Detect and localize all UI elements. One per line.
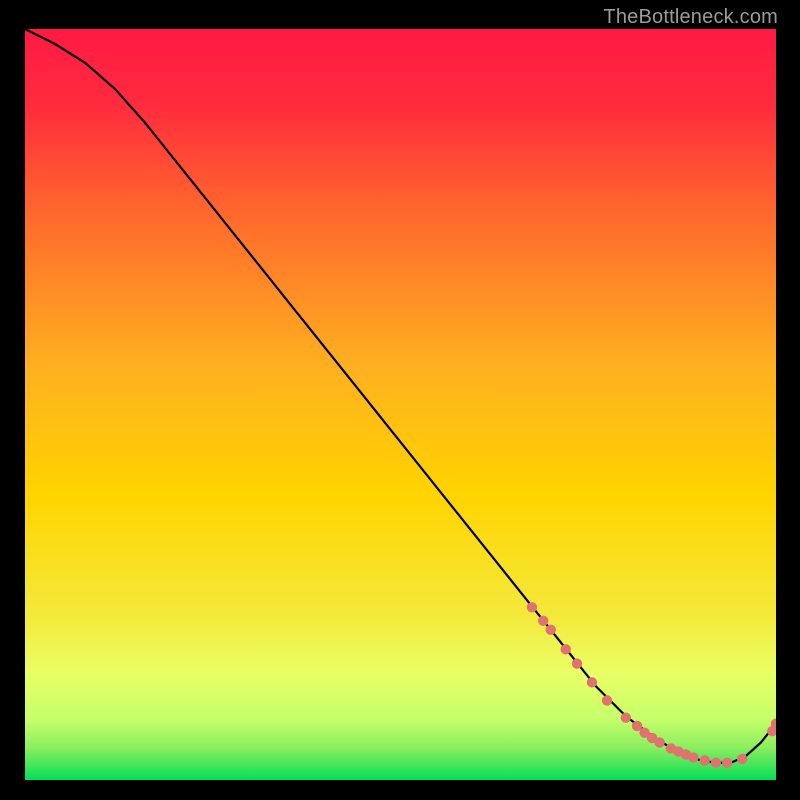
bottleneck-chart [25, 29, 776, 780]
curve-marker [654, 737, 664, 747]
attribution-text: TheBottleneck.com [603, 6, 778, 29]
curve-marker [546, 625, 556, 635]
curve-marker [587, 677, 597, 687]
curve-marker [711, 758, 721, 768]
curve-marker [737, 754, 747, 764]
chart-frame [25, 29, 776, 780]
curve-marker [699, 755, 709, 765]
curve-marker [561, 644, 571, 654]
curve-marker [538, 616, 548, 626]
curve-marker [527, 602, 537, 612]
curve-marker [621, 712, 631, 722]
curve-marker [722, 758, 732, 768]
curve-marker [688, 752, 698, 762]
curve-marker [602, 695, 612, 705]
gradient-background [25, 29, 776, 780]
curve-marker [572, 658, 582, 668]
